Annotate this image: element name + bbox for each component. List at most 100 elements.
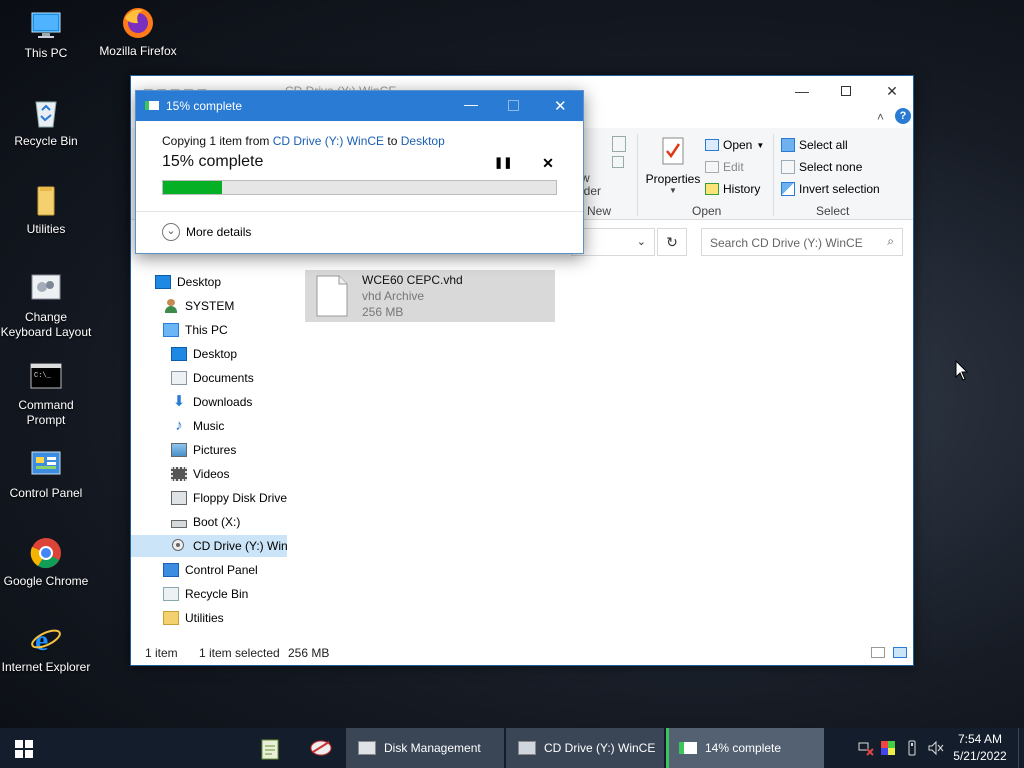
nav-item-system[interactable]: SYSTEM (163, 295, 234, 317)
internet-explorer-icon: e (29, 622, 63, 657)
nav-item-label: Boot (X:) (193, 515, 241, 529)
chevron-down-icon: ▼ (669, 186, 677, 195)
select-all-icon (781, 138, 795, 152)
ribbon-collapse-button[interactable]: ˄ (877, 110, 884, 124)
large-icons-view-button[interactable] (893, 647, 907, 658)
new-folder-button[interactable]: w lder (581, 172, 601, 198)
chevron-down-icon: ⌄ (636, 236, 646, 248)
help-button[interactable]: ? (895, 108, 911, 124)
show-desktop-button[interactable] (1018, 728, 1024, 768)
search-box[interactable]: Search CD Drive (Y:) WinCE ⌕ (701, 228, 903, 256)
display-tray-button[interactable] (880, 740, 896, 756)
nav-item-documents[interactable]: Documents (171, 367, 254, 389)
nav-item-label: SYSTEM (185, 299, 235, 313)
taskbar-pinned-notepad[interactable] (256, 728, 284, 768)
history-label: History (723, 182, 761, 196)
copy-progress-icon (679, 742, 697, 754)
nav-item-utilities[interactable]: Utilities (163, 607, 224, 629)
taskbar-app-file-explorer[interactable]: CD Drive (Y:) WinCE (506, 728, 664, 768)
recycle-bin-icon (29, 96, 63, 130)
nav-item-control-panel[interactable]: Control Panel (163, 559, 258, 581)
usb-tray-button[interactable] (904, 740, 920, 756)
maximize-button[interactable] (823, 76, 869, 106)
copy-dialog-title-bar[interactable]: 15% complete — ✕ (136, 91, 583, 121)
chevron-down-icon: ▼ (756, 140, 765, 150)
file-type: vhd Archive (362, 289, 425, 303)
invert-selection-label: Invert selection (799, 182, 880, 196)
nav-item-pictures[interactable]: Pictures (171, 439, 236, 461)
clock[interactable]: 7:54 AM 5/21/2022 (948, 731, 1012, 765)
svg-text:C:\_: C:\_ (34, 372, 52, 380)
nav-item-this-pc[interactable]: This PC (163, 319, 228, 341)
desktop-icon-command-prompt[interactable]: C:\_ Command Prompt (0, 360, 92, 428)
taskbar-pinned-tool[interactable] (306, 728, 336, 768)
desktop-icon-recycle-bin[interactable]: Recycle Bin (0, 96, 92, 149)
usb-drive-icon (908, 740, 916, 756)
this-pc-icon (29, 8, 63, 42)
copy-source-link[interactable]: CD Drive (Y:) WinCE (273, 134, 384, 148)
recycle-bin-icon (163, 587, 179, 601)
nav-item-music[interactable]: ♪ Music (171, 415, 224, 437)
file-name: WCE60 CEPC.vhd (362, 273, 463, 287)
select-all-button[interactable]: Select all (781, 138, 848, 152)
taskbar-app-copy-progress[interactable]: 14% complete (666, 728, 824, 768)
more-details-button[interactable]: ⌄ More details (162, 223, 251, 241)
nav-item-label: Control Panel (185, 563, 258, 577)
desktop-icon-change-keyboard-layout[interactable]: Change Keyboard Layout (0, 272, 92, 340)
details-view-button[interactable] (871, 647, 885, 658)
copy-progress-dialog: 15% complete — ✕ Copying 1 item from CD … (135, 90, 584, 254)
copy-maximize-button[interactable] (508, 100, 519, 111)
volume-muted-icon (928, 740, 944, 756)
new-item-button[interactable] (609, 136, 629, 176)
copy-dialog-title: 15% complete (166, 99, 243, 113)
desktop-icon-this-pc[interactable]: This PC (0, 8, 92, 61)
nav-item-label: Videos (193, 467, 230, 481)
nav-item-label: CD Drive (Y:) WinCE (193, 539, 287, 553)
folder-icon (163, 611, 179, 625)
properties-button[interactable]: Properties ▼ (645, 136, 701, 195)
nav-item-boot-drive[interactable]: Boot (X:) (171, 511, 240, 533)
volume-tray-button[interactable] (928, 740, 944, 756)
file-item[interactable]: WCE60 CEPC.vhd vhd Archive 256 MB (305, 270, 555, 322)
search-input[interactable]: Search CD Drive (Y:) WinCE (710, 236, 863, 250)
nav-item-cd-drive[interactable]: CD Drive (Y:) WinCE (171, 535, 287, 557)
downloads-icon: ⬇ (172, 393, 186, 410)
color-display-icon (881, 741, 895, 755)
history-button[interactable]: History (705, 182, 760, 196)
edit-button[interactable]: Edit (705, 160, 744, 174)
pause-button[interactable]: ❚❚ (494, 155, 512, 171)
minimize-icon: — (795, 83, 809, 99)
close-button[interactable]: ✕ (869, 76, 915, 106)
invert-selection-button[interactable]: Invert selection (781, 182, 880, 196)
nav-item-label: Music (193, 419, 225, 433)
desktop-icon (171, 347, 187, 361)
start-button[interactable] (0, 728, 48, 768)
open-button[interactable]: Open ▼ (705, 138, 764, 152)
select-none-button[interactable]: Select none (781, 160, 862, 174)
cancel-copy-button[interactable]: ✕ (540, 155, 556, 171)
minimize-icon: — (464, 96, 478, 112)
nav-item-downloads[interactable]: ⬇ Downloads (171, 391, 253, 413)
clock-time: 7:54 AM (957, 732, 1003, 746)
refresh-button[interactable]: ↻ (657, 228, 687, 256)
select-none-label: Select none (799, 160, 863, 174)
nav-item-desktop[interactable]: Desktop (171, 343, 237, 365)
desktop-icon-control-panel[interactable]: Control Panel (0, 448, 92, 501)
folder-icon (29, 184, 63, 218)
desktop-icon-internet-explorer[interactable]: e Internet Explorer (0, 622, 92, 675)
desktop-icon-utilities[interactable]: Utilities (0, 184, 92, 237)
invert-selection-icon (781, 182, 795, 196)
desktop-icon-google-chrome[interactable]: Google Chrome (0, 536, 92, 589)
nav-item-recycle-bin[interactable]: Recycle Bin (163, 583, 248, 605)
nav-item-floppy-disk-drive[interactable]: Floppy Disk Drive (171, 487, 287, 509)
desktop-icon-firefox[interactable]: Mozilla Firefox (92, 6, 184, 59)
network-tray-button[interactable] (858, 740, 874, 756)
taskbar-app-label: 14% complete (705, 741, 782, 755)
minimize-button[interactable]: — (779, 76, 825, 106)
copy-close-button[interactable]: ✕ (554, 97, 567, 115)
nav-item-videos[interactable]: Videos (171, 463, 229, 485)
copy-minimize-button[interactable]: — (464, 96, 478, 112)
copy-destination-link[interactable]: Desktop (401, 134, 445, 148)
taskbar-app-disk-management[interactable]: Disk Management (346, 728, 504, 768)
nav-item-desktop-root[interactable]: Desktop (155, 271, 221, 293)
